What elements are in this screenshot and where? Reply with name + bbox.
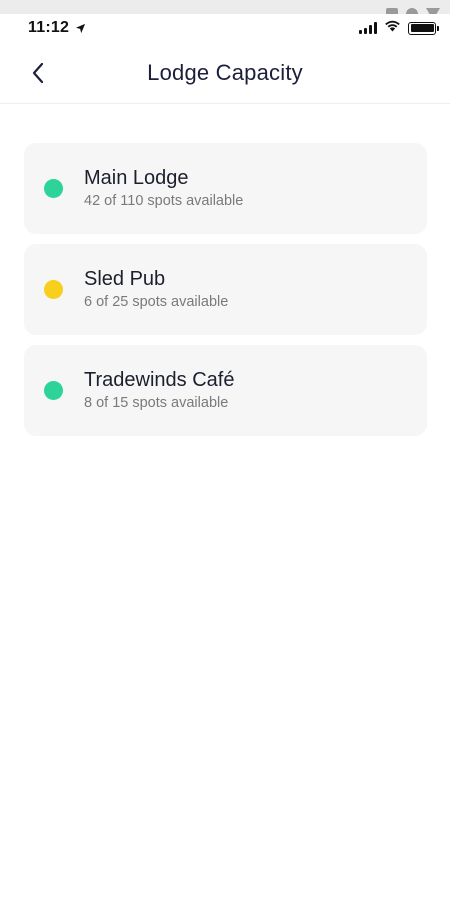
- lodge-availability: 42 of 110 spots available: [84, 193, 244, 209]
- status-dot: [44, 280, 63, 299]
- battery-icon: [408, 21, 439, 35]
- lodge-name: Tradewinds Café: [84, 369, 235, 391]
- lodge-card-text: Main Lodge 42 of 110 spots available: [84, 166, 243, 211]
- lodge-card-text: Tradewinds Café 8 of 15 spots available: [84, 368, 234, 413]
- chevron-left-icon: [32, 62, 44, 83]
- lodge-list: Main Lodge 42 of 110 spots available Sle…: [24, 143, 427, 446]
- lodge-availability: 8 of 15 spots available: [84, 395, 229, 411]
- lodge-card-text: Sled Pub 6 of 25 spots available: [84, 267, 228, 312]
- status-time: 11:12: [28, 19, 70, 36]
- lodge-card-main-lodge[interactable]: Main Lodge 42 of 110 spots available: [24, 143, 427, 234]
- status-left: 11:12: [28, 19, 86, 37]
- lodge-name: Main Lodge: [84, 167, 189, 189]
- status-right: [359, 19, 439, 37]
- lodge-name: Sled Pub: [84, 268, 166, 290]
- battery-level: [410, 24, 434, 32]
- wifi-icon: [384, 19, 401, 37]
- lodge-card-tradewinds-cafe[interactable]: Tradewinds Café 8 of 15 spots available: [24, 345, 427, 436]
- status-dot: [44, 381, 63, 400]
- cellular-signal-icon: [359, 22, 377, 34]
- lodge-availability: 6 of 25 spots available: [84, 294, 229, 310]
- nav-header: Lodge Capacity: [0, 42, 450, 104]
- status-bar: 11:12: [0, 14, 450, 42]
- status-dot: [44, 179, 63, 198]
- location-arrow-icon: [75, 23, 86, 34]
- back-button[interactable]: [24, 59, 52, 87]
- lodge-card-sled-pub[interactable]: Sled Pub 6 of 25 spots available: [24, 244, 427, 335]
- page-title: Lodge Capacity: [147, 59, 303, 85]
